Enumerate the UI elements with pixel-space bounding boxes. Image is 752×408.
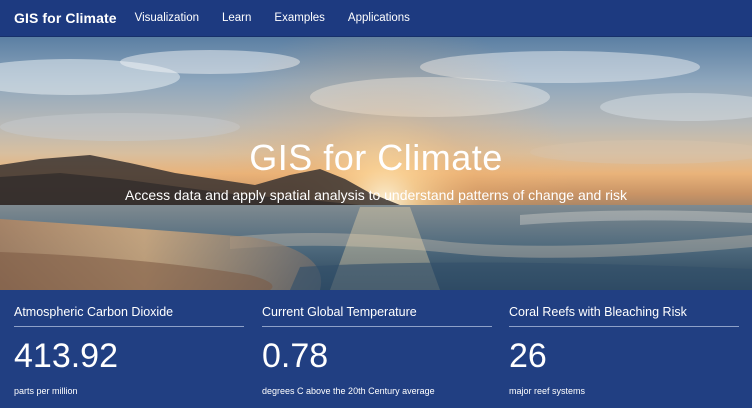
nav-item-examples[interactable]: Examples [274, 12, 325, 24]
page: GIS for Climate Visualization Learn Exam… [0, 0, 752, 408]
nav-item-learn[interactable]: Learn [222, 12, 251, 24]
stat-value: 0.78 [262, 337, 329, 375]
stat-value: 26 [509, 337, 547, 375]
brand-link[interactable]: GIS for Climate [14, 10, 117, 26]
hero-banner: GIS for Climate Access data and apply sp… [0, 37, 752, 290]
top-navigation: GIS for Climate Visualization Learn Exam… [0, 0, 752, 37]
stat-label: Current Global Temperature [262, 305, 492, 327]
stat-unit: parts per million [14, 386, 78, 396]
nav-item-applications[interactable]: Applications [348, 12, 410, 24]
hero-title: GIS for Climate [249, 137, 503, 178]
stat-unit: degrees C above the 20th Century average [262, 386, 435, 396]
nav-item-visualization[interactable]: Visualization [135, 12, 199, 24]
stats-section: Atmospheric Carbon Dioxide 413.92 parts … [0, 290, 752, 408]
stat-label: Atmospheric Carbon Dioxide [14, 305, 244, 327]
hero-subtitle: Access data and apply spatial analysis t… [125, 187, 627, 203]
stat-global-temperature: Current Global Temperature 0.78 degrees … [262, 290, 492, 408]
stat-coral-reefs: Coral Reefs with Bleaching Risk 26 major… [509, 290, 739, 408]
stat-label: Coral Reefs with Bleaching Risk [509, 305, 739, 327]
stat-value: 413.92 [14, 337, 118, 375]
stat-carbon-dioxide: Atmospheric Carbon Dioxide 413.92 parts … [14, 290, 244, 408]
stat-unit: major reef systems [509, 386, 586, 396]
